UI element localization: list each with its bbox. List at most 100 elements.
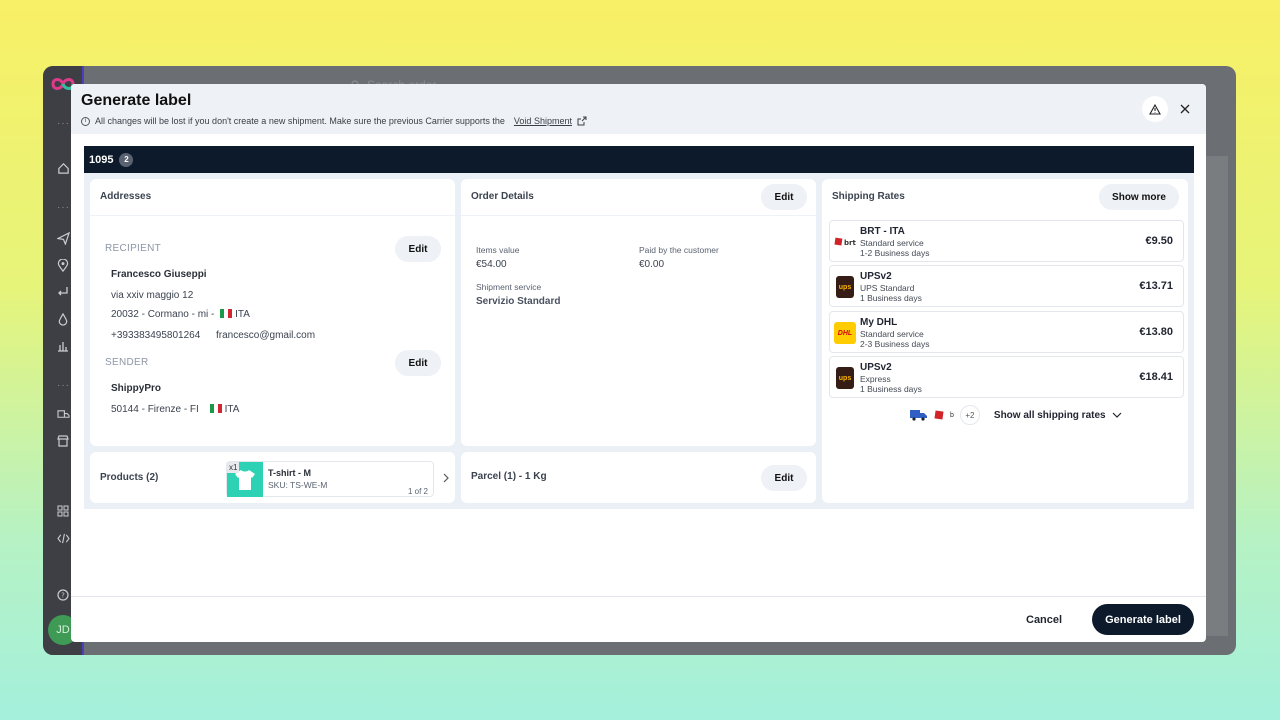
location-pin-icon[interactable] — [53, 255, 73, 275]
return-arrow-icon[interactable] — [53, 282, 73, 302]
dhl-logo-icon: DHL — [834, 322, 856, 344]
recipient-name: Francesco Giuseppi — [111, 269, 207, 280]
generate-label-button[interactable]: Generate label — [1092, 604, 1194, 635]
items-value: €54.00 — [476, 259, 507, 270]
close-button[interactable] — [1172, 96, 1198, 122]
modal-title: Generate label — [81, 92, 192, 109]
rate-service: Standard service — [860, 329, 924, 339]
send-icon[interactable] — [53, 228, 73, 248]
truck-carrier-icon — [910, 410, 927, 421]
rate-days: 2-3 Business days — [860, 339, 930, 349]
close-icon — [1180, 104, 1190, 114]
order-bar: 1095 2 — [84, 146, 1194, 173]
home-icon[interactable] — [53, 158, 73, 178]
product-name: T-shirt - M — [268, 468, 311, 478]
store-icon[interactable] — [53, 431, 73, 451]
rate-carrier: UPSv2 — [860, 362, 892, 373]
product-sku: SKU: TS-WE-M — [268, 480, 328, 490]
items-value-label: Items value — [476, 245, 520, 255]
rate-row-brt[interactable]: brt BRT - ITA Standard service 1-2 Busin… — [829, 220, 1184, 262]
recipient-country: ITA — [235, 309, 250, 320]
modal-footer: Cancel Generate label — [71, 596, 1206, 642]
rate-service: Express — [860, 374, 891, 384]
bar-chart-icon[interactable] — [53, 336, 73, 356]
rate-price: €13.80 — [1139, 326, 1173, 338]
recipient-phone: +393383495801264 — [111, 330, 201, 341]
shipping-rates-title: Shipping Rates — [832, 191, 905, 202]
chevron-down-icon[interactable] — [1112, 412, 1122, 418]
svg-text:?: ? — [61, 592, 65, 600]
paid-by-customer-value: €0.00 — [639, 259, 665, 270]
brt-logo-icon: brt — [834, 231, 856, 253]
recipient-street: via xxiv maggio 12 — [111, 290, 194, 301]
recipient-city-line: 20032 - Cormano - mi - ITA — [111, 309, 250, 320]
alert-button[interactable] — [1142, 96, 1168, 122]
addresses-card: Addresses RECIPIENT Edit Francesco Giuse… — [90, 179, 455, 446]
warning-text: All changes will be lost if you don't cr… — [95, 116, 505, 126]
cancel-button[interactable]: Cancel — [1026, 614, 1062, 626]
extra-carriers-badge: +2 — [959, 405, 980, 425]
help-icon[interactable]: ? — [53, 585, 73, 605]
show-more-button[interactable]: Show more — [1099, 184, 1179, 210]
sender-city-line: 50144 - Firenze - FI ITA — [111, 404, 239, 415]
products-title: Products (2) — [100, 472, 159, 483]
sender-label: SENDER — [105, 357, 149, 368]
addresses-title: Addresses — [100, 191, 152, 202]
order-count-badge: 2 — [119, 152, 134, 167]
rate-price: €13.71 — [1139, 280, 1173, 292]
parcel-title: Parcel (1) - 1 Kg — [471, 471, 547, 482]
shipment-service-value: Servizio Standard — [476, 296, 561, 307]
ups-logo-icon: ups — [836, 276, 854, 298]
code-icon[interactable] — [53, 528, 73, 548]
warning-triangle-icon — [1149, 103, 1161, 115]
edit-recipient-button[interactable]: Edit — [395, 236, 441, 262]
italy-flag-icon — [220, 309, 233, 318]
show-all-rates-row[interactable]: b +2 Show all shipping rates — [910, 405, 1122, 425]
rate-service: Standard service — [860, 238, 924, 248]
rate-days: 1-2 Business days — [860, 248, 930, 258]
sidebar-divider: ··· — [57, 202, 70, 213]
sender-name: ShippyPro — [111, 383, 162, 394]
carrier-logo-letter: b — [950, 411, 954, 419]
order-details-title: Order Details — [471, 191, 534, 202]
rate-row-ups-express[interactable]: ups UPSv2 Express 1 Business days €18.41 — [829, 356, 1184, 398]
recipient-email: francesco@gmail.com — [216, 330, 316, 341]
divider — [90, 215, 455, 216]
edit-order-details-button[interactable]: Edit — [761, 184, 807, 210]
quantity-badge: x1 — [227, 462, 240, 473]
parcel-card: Parcel (1) - 1 Kg Edit — [461, 452, 816, 503]
external-link-icon[interactable] — [577, 116, 587, 126]
rate-row-dhl[interactable]: DHL My DHL Standard service 2-3 Business… — [829, 311, 1184, 353]
void-shipment-link[interactable]: Void Shipment — [514, 116, 572, 126]
brt-logo-text: brt — [844, 239, 856, 247]
recipient-label: RECIPIENT — [105, 243, 162, 254]
sidebar-divider: ··· — [57, 380, 70, 391]
rate-days: 1 Business days — [860, 384, 922, 394]
products-card: Products (2) x1 T-shirt - M SKU: TS-WE-M… — [90, 452, 455, 503]
sidebar-divider: ··· — [57, 118, 70, 129]
shipping-rates-card: Shipping Rates Show more brt BRT - ITA S… — [822, 179, 1188, 503]
drop-icon[interactable] — [53, 309, 73, 329]
product-pager: 1 of 2 — [407, 487, 428, 496]
shipment-service-label: Shipment service — [476, 282, 542, 292]
modal-header: Generate label i All changes will be los… — [71, 84, 1206, 134]
truck-icon[interactable] — [53, 404, 73, 424]
content-area: Addresses RECIPIENT Edit Francesco Giuse… — [84, 173, 1194, 509]
show-all-rates-label[interactable]: Show all shipping rates — [994, 410, 1106, 421]
edit-parcel-button[interactable]: Edit — [761, 465, 807, 491]
ups-logo-icon: ups — [836, 367, 854, 389]
rate-price: €9.50 — [1145, 235, 1173, 247]
modal-warning: i All changes will be lost if you don't … — [81, 116, 587, 126]
product-tile[interactable]: x1 T-shirt - M SKU: TS-WE-M 1 of 2 — [226, 461, 434, 497]
sender-city: 50144 - Firenze - FI — [111, 404, 199, 415]
tshirt-thumbnail: x1 — [227, 462, 263, 497]
rate-row-ups-standard[interactable]: ups UPSv2 UPS Standard 1 Business days €… — [829, 265, 1184, 307]
order-details-card: Order Details Edit Items value €54.00 Pa… — [461, 179, 816, 446]
chevron-right-icon[interactable] — [443, 473, 449, 483]
rate-carrier: My DHL — [860, 317, 898, 328]
apps-grid-icon[interactable] — [53, 501, 73, 521]
order-number: 1095 — [89, 153, 114, 166]
rate-carrier: BRT - ITA — [860, 226, 905, 237]
rate-price: €18.41 — [1139, 371, 1173, 383]
edit-sender-button[interactable]: Edit — [395, 350, 441, 376]
